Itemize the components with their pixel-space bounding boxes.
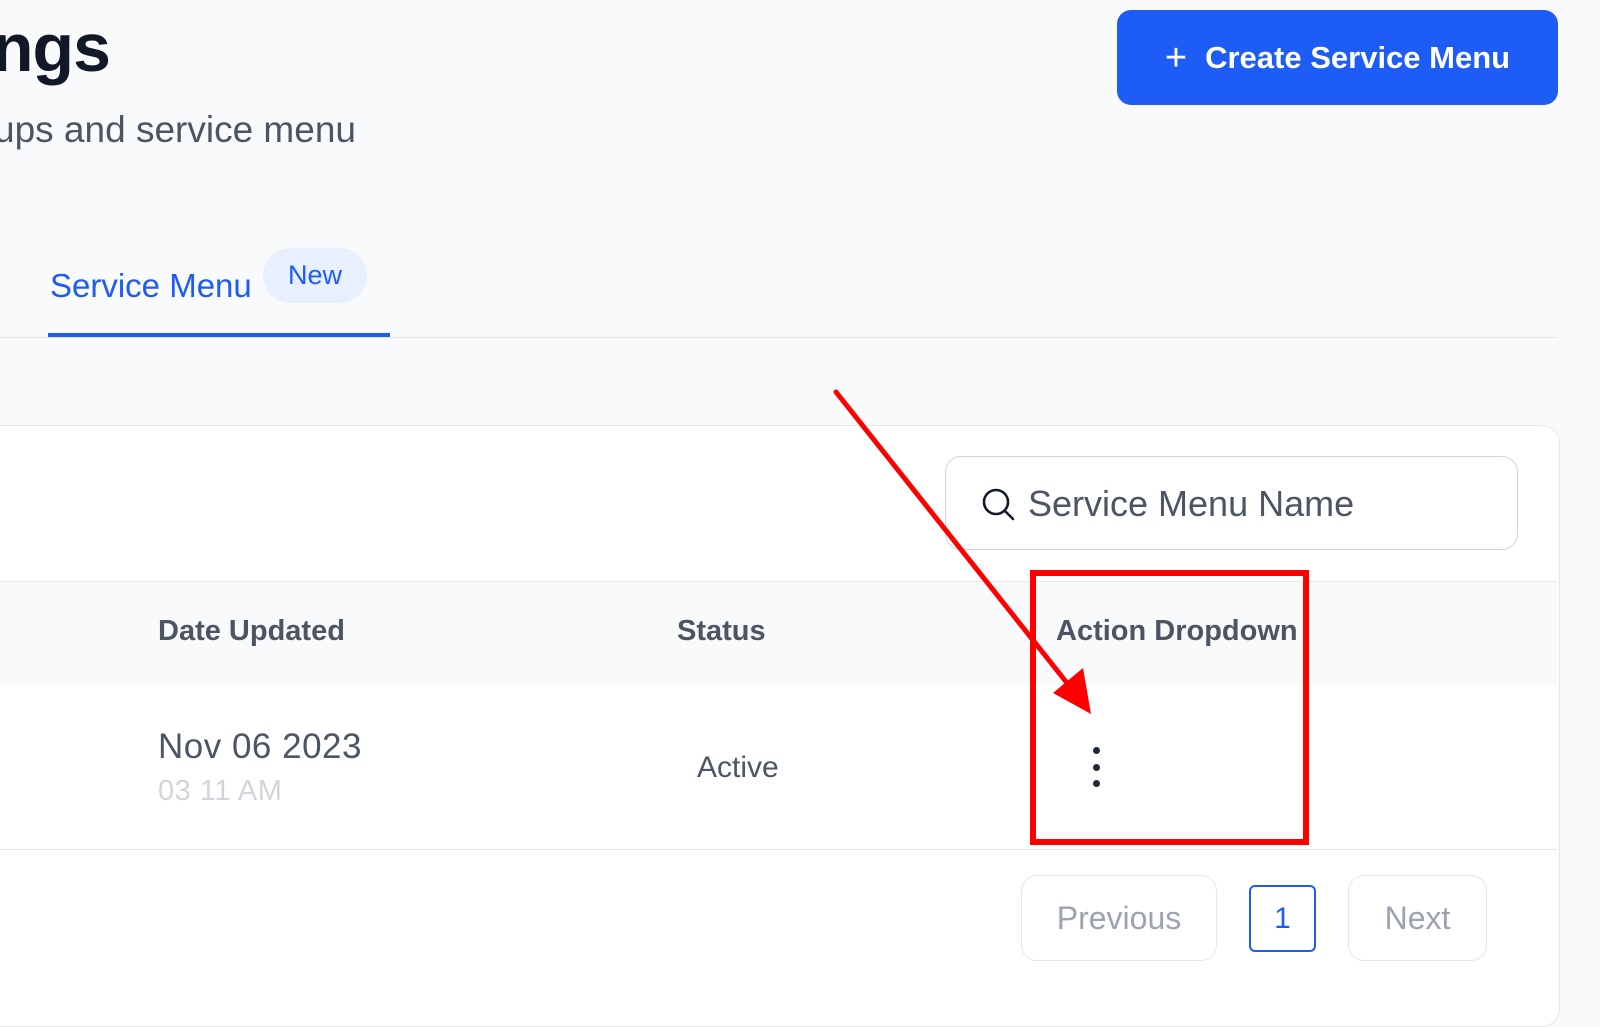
search-icon bbox=[982, 488, 1015, 521]
more-vertical-icon[interactable] bbox=[1078, 745, 1114, 789]
next-page-button[interactable]: Next bbox=[1348, 875, 1487, 961]
column-header-date-updated: Date Updated bbox=[158, 615, 345, 647]
page-number-button[interactable]: 1 bbox=[1249, 885, 1316, 952]
search-input[interactable] bbox=[1026, 457, 1500, 551]
page-subtitle: ups and service menu bbox=[0, 109, 356, 150]
create-service-menu-label: Create Service Menu bbox=[1205, 39, 1511, 75]
plus-icon: + bbox=[1164, 36, 1188, 79]
table-header: Date Updated Status Action Dropdown bbox=[0, 581, 1557, 686]
tab-service-menu[interactable]: Service Menu New bbox=[48, 235, 390, 337]
row-date: Nov 06 2023 bbox=[158, 727, 362, 766]
kebab-dot bbox=[1092, 780, 1100, 787]
create-service-menu-button[interactable]: + Create Service Menu bbox=[1117, 10, 1558, 105]
kebab-dot bbox=[1092, 747, 1100, 754]
kebab-dot bbox=[1092, 763, 1100, 771]
page-title: ngs bbox=[0, 10, 111, 86]
row-time: 03 11 AM bbox=[158, 775, 283, 807]
row-status: Active bbox=[697, 751, 779, 784]
previous-page-button[interactable]: Previous bbox=[1021, 875, 1217, 961]
column-header-status: Status bbox=[677, 615, 766, 647]
new-badge: New bbox=[263, 248, 368, 303]
column-header-action-dropdown: Action Dropdown bbox=[1056, 615, 1298, 647]
tab-label: Service Menu bbox=[50, 267, 252, 304]
search-box bbox=[945, 456, 1518, 551]
tabs-bar: Service Menu New bbox=[0, 235, 1558, 338]
table-row: Nov 06 2023 03 11 AM Active bbox=[0, 685, 1557, 850]
